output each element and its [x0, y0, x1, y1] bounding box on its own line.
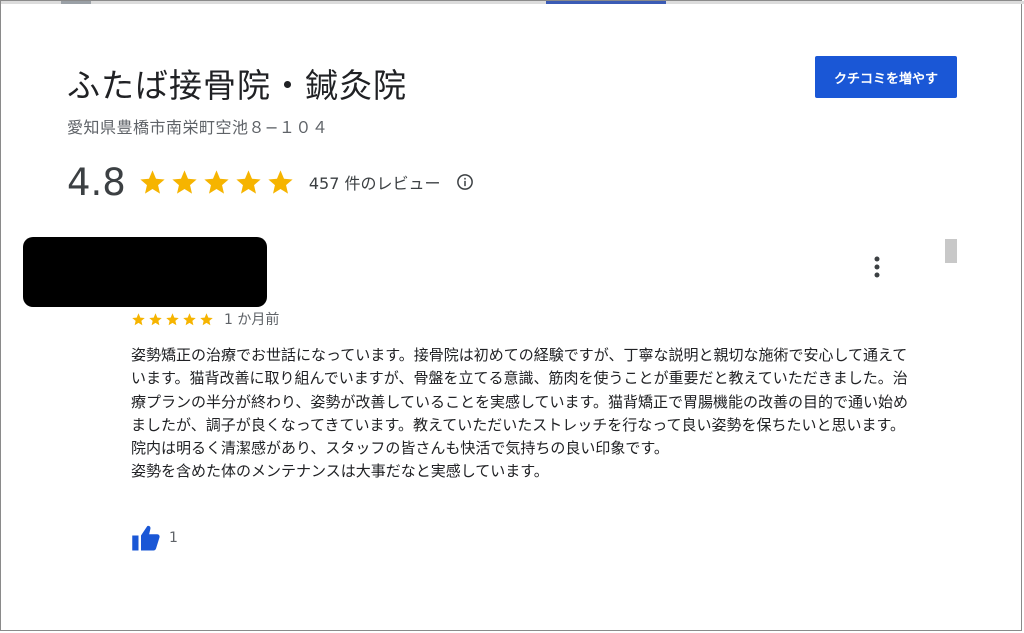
more-vert-icon[interactable] — [865, 253, 889, 281]
star-icon — [149, 312, 162, 325]
star-icon — [140, 169, 165, 194]
info-icon[interactable] — [456, 173, 474, 191]
top-border — [1, 1, 1024, 4]
place-address: 愛知県豊橋市南栄町空池８−１０４ — [67, 118, 329, 137]
review-paragraph: 姿勢を含めた体のメンテナンスは大事だなと実感しています。 — [131, 462, 549, 481]
star-icon — [200, 312, 213, 325]
rating-stars — [138, 168, 295, 197]
star-icon — [166, 312, 179, 325]
add-reviews-button[interactable]: クチコミを増やす — [815, 56, 957, 98]
review-count: 457 件のレビュー — [308, 174, 441, 193]
star-icon — [183, 312, 196, 325]
star-icon — [132, 312, 145, 325]
star-icon — [268, 169, 293, 194]
thumb-up-icon[interactable] — [131, 523, 161, 553]
reviewer-redacted — [23, 237, 267, 307]
star-icon — [172, 169, 197, 194]
review-body: 姿勢矯正の治療でお世話になっています。接骨院は初めての経験ですが、丁寧な説明と親… — [131, 344, 921, 484]
review-paragraph: 院内は明るく清潔感があり、スタッフの皆さんも快活で気持ちの良い印象です。 — [131, 439, 669, 458]
rating-value: 4.8 — [67, 160, 126, 204]
like-row: 1 — [131, 523, 178, 553]
place-title: ふたば接骨院・鍼灸院 — [67, 66, 407, 105]
review-stars — [131, 312, 214, 327]
review-time: 1 か月前 — [224, 312, 280, 328]
like-count: 1 — [169, 530, 178, 546]
review-dialog: ふたば接骨院・鍼灸院 愛知県豊橋市南栄町空池８−１０４ クチコミを増やす 4.8… — [0, 0, 1024, 631]
star-icon — [204, 169, 229, 194]
star-icon — [236, 169, 261, 194]
rating-summary: 4.8 457 件のレビュー — [67, 157, 474, 207]
review-paragraph: 姿勢矯正の治療でお世話になっています。接骨院は初めての経験ですが、丁寧な説明と親… — [131, 346, 909, 434]
review-meta: 1 か月前 — [131, 309, 279, 329]
scrollbar-thumb[interactable] — [945, 239, 957, 263]
